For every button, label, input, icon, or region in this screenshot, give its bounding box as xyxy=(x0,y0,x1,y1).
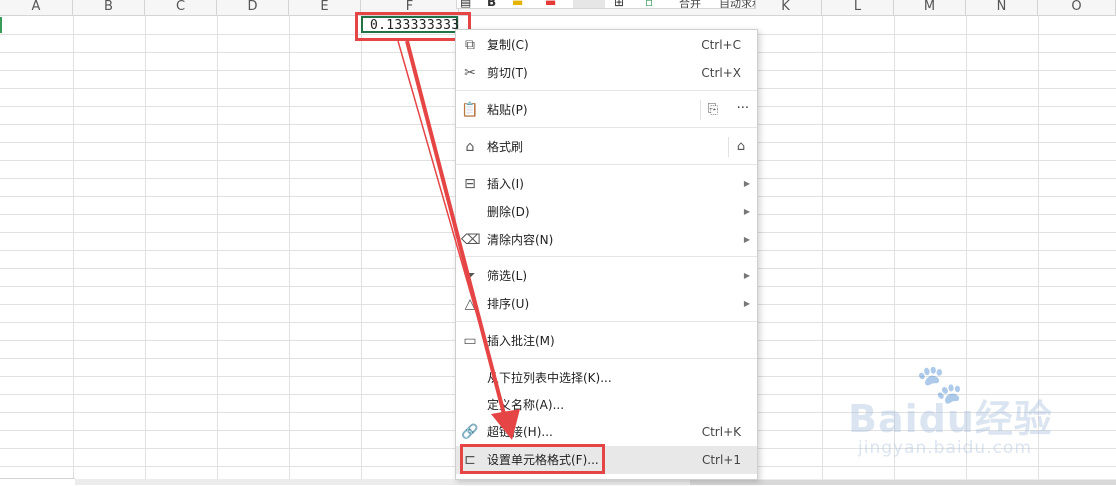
column-header-m[interactable]: M xyxy=(894,0,966,15)
more-options-icon[interactable]: ··· xyxy=(737,96,749,124)
merge-label[interactable]: 合并 xyxy=(679,0,701,8)
font-color-icon[interactable]: ▬ xyxy=(545,0,556,8)
sort-icon: △ xyxy=(464,296,476,312)
insert-icon: ⊟ xyxy=(464,176,476,192)
menu-item-filter[interactable]: ⏷ 筛选(L) ▶ xyxy=(456,262,757,290)
menu-separator xyxy=(456,321,757,322)
menu-separator xyxy=(456,256,757,257)
paste-icon: 📋 xyxy=(461,102,479,118)
autosum-label[interactable]: 自动求和 xyxy=(719,0,755,8)
filter-icon: ⏷ xyxy=(464,268,476,284)
format-icon[interactable]: ▤ xyxy=(460,0,471,8)
watermark-brand: Baidu经验 xyxy=(848,397,1053,441)
menu-item-hyperlink[interactable]: 🔗 超链接(H)... Ctrl+K xyxy=(456,418,757,446)
border-icon[interactable]: ⊞ xyxy=(614,0,624,8)
column-header-l[interactable]: L xyxy=(822,0,894,15)
menu-item-paste[interactable]: 📋 粘贴(P) ⎘ ··· xyxy=(456,96,757,124)
column-header-o[interactable]: O xyxy=(1038,0,1116,15)
menu-separator xyxy=(456,90,757,91)
menu-separator xyxy=(456,358,757,359)
submenu-arrow-icon: ▶ xyxy=(743,271,750,280)
link-icon: 🔗 xyxy=(461,424,479,440)
horizontal-scrollbar-thumb[interactable] xyxy=(690,480,1116,485)
submenu-arrow-icon: ▶ xyxy=(743,179,750,188)
eraser-icon: ⌫ xyxy=(461,232,481,248)
menu-separator xyxy=(456,127,757,128)
column-header-k[interactable]: K xyxy=(750,0,822,15)
scissors-icon: ✂ xyxy=(464,65,476,81)
menu-item-sort[interactable]: △ 排序(U) ▶ xyxy=(456,290,757,318)
column-header-n[interactable]: N xyxy=(966,0,1038,15)
column-header-c[interactable]: C xyxy=(145,0,217,15)
menu-item-copy[interactable]: ⧉ 复制(C) Ctrl+C xyxy=(456,31,757,59)
format-painter-lock-icon[interactable]: ⌂ xyxy=(728,137,753,157)
align-center-icon[interactable] xyxy=(573,0,605,8)
comment-icon: ▭ xyxy=(463,333,477,349)
mini-toolbar: ▤ B ▬ ▬ ⊞ ▫ 合并 自动求和 xyxy=(456,0,756,9)
submenu-arrow-icon: ▶ xyxy=(743,235,750,244)
column-header-a[interactable]: A xyxy=(0,0,73,15)
bold-icon[interactable]: B xyxy=(487,0,496,8)
menu-item-insert-comment[interactable]: ▭ 插入批注(M) xyxy=(456,327,757,355)
submenu-arrow-icon: ▶ xyxy=(743,299,750,308)
fill-color-icon[interactable]: ▬ xyxy=(512,0,523,8)
brush-icon: ⌂ xyxy=(465,139,475,155)
copy-icon: ⧉ xyxy=(465,37,475,53)
menu-item-cut[interactable]: ✂ 剪切(T) Ctrl+X xyxy=(456,59,757,87)
row-selection-marker xyxy=(0,17,2,33)
cell-highlight-box xyxy=(355,12,471,41)
context-menu: ⧉ 复制(C) Ctrl+C ✂ 剪切(T) Ctrl+X 📋 粘贴(P) ⎘ … xyxy=(455,29,758,480)
menu-item-clear[interactable]: ⌫ 清除内容(N) ▶ xyxy=(456,226,757,254)
menu-item-format-painter[interactable]: ⌂ 格式刷 ⌂ xyxy=(456,133,757,161)
paste-special-icon[interactable]: ⎘ xyxy=(700,100,725,120)
menu-separator xyxy=(456,164,757,165)
menu-item-pick-from-list[interactable]: 从下拉列表中选择(K)... xyxy=(456,364,757,392)
merge-icon[interactable]: ▫ xyxy=(645,0,653,8)
column-header-d[interactable]: D xyxy=(217,0,289,15)
menu-item-define-name[interactable]: 定义名称(A)... xyxy=(456,391,757,419)
format-cells-highlight-box xyxy=(460,444,605,474)
menu-item-insert[interactable]: ⊟ 插入(I) ▶ xyxy=(456,170,757,198)
column-header-b[interactable]: B xyxy=(73,0,145,15)
watermark-url: jingyan.baidu.com xyxy=(858,438,1032,458)
baidu-jingyan-watermark: 🐾 Baidu经验 jingyan.baidu.com xyxy=(848,362,1088,472)
submenu-arrow-icon: ▶ xyxy=(743,207,750,216)
column-header-e[interactable]: E xyxy=(289,0,361,15)
menu-item-delete[interactable]: 删除(D) ▶ xyxy=(456,198,757,226)
